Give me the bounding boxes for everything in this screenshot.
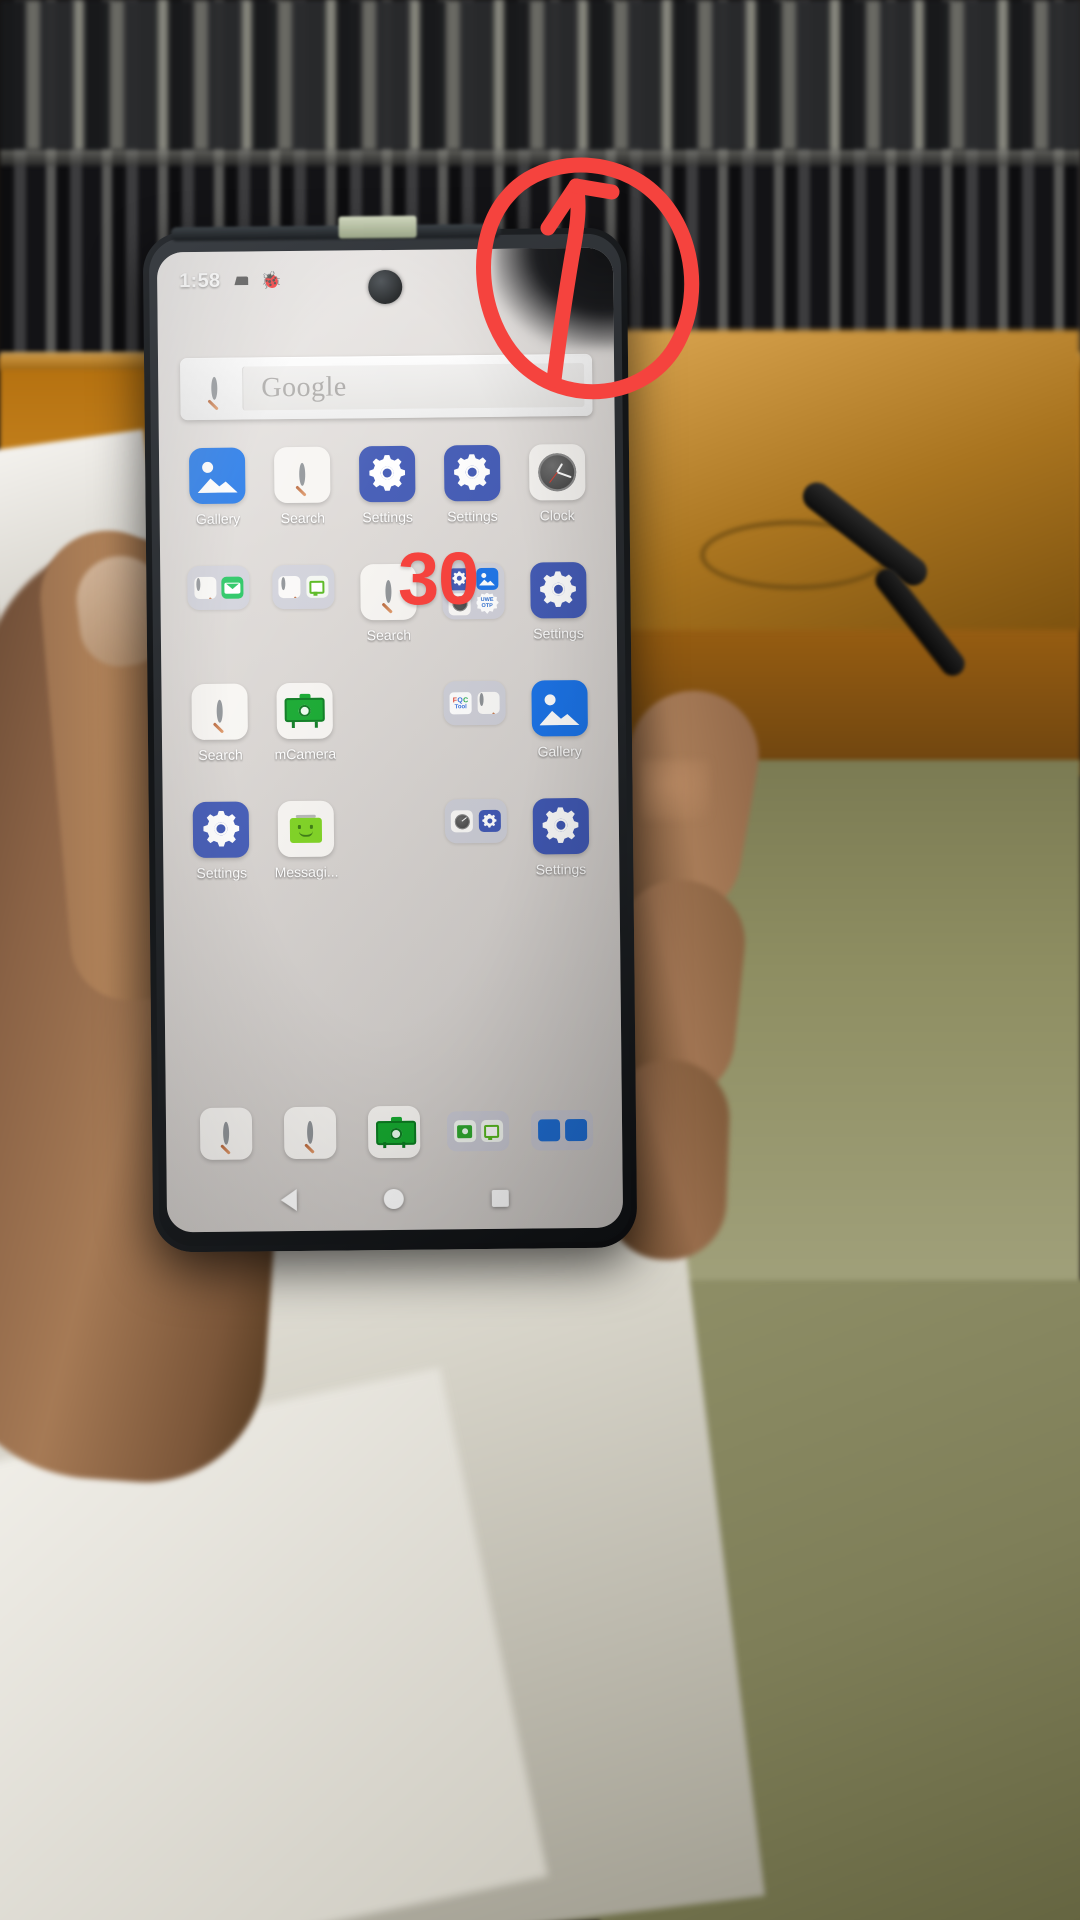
folder-search-email[interactable] xyxy=(176,565,262,666)
app-label: Search xyxy=(366,626,412,644)
phone-device: 1:58 🐞 ✈ Google xyxy=(142,215,638,1253)
app-search-row3[interactable]: Search xyxy=(177,683,263,784)
settings-gear-icon xyxy=(358,445,416,503)
dock-camera[interactable] xyxy=(367,1105,421,1159)
dock-dual-window[interactable] xyxy=(530,1109,594,1151)
back-triangle-icon[interactable] xyxy=(280,1189,297,1212)
app-settings[interactable]: Settings xyxy=(345,445,431,547)
empty-icon xyxy=(363,800,420,857)
app-clock[interactable]: Clock xyxy=(514,443,600,545)
home-circle-icon[interactable] xyxy=(384,1188,405,1210)
safe-icon xyxy=(453,1120,476,1143)
fqc-tool-icon: FQC Tool xyxy=(449,692,472,715)
app-label: Settings xyxy=(196,864,248,882)
folder-clock-settings-icon xyxy=(444,798,507,844)
bug-report-icon: 🐞 xyxy=(260,270,282,290)
window-left-icon xyxy=(537,1119,560,1142)
google-search-widget[interactable]: Google xyxy=(179,353,593,421)
folder-settings-gallery-clock-otp-icon: UWE OTP xyxy=(441,562,505,620)
knuckle-highlight xyxy=(640,760,710,820)
gallery-icon xyxy=(530,679,588,737)
search-magnifier-icon xyxy=(274,446,331,504)
settings-gear-icon xyxy=(193,801,250,859)
folder-search-email-icon xyxy=(187,565,251,611)
folder-fqctool[interactable]: FQC Tool xyxy=(432,680,518,782)
folder-search-message-icon xyxy=(272,564,335,610)
app-gallery-row3[interactable]: Gallery xyxy=(517,679,603,781)
app-search-row2[interactable]: Search xyxy=(346,563,432,665)
android-navigation-bar xyxy=(166,1166,623,1233)
status-left-icons: 🐞 xyxy=(234,270,282,290)
settings-gear-icon xyxy=(532,797,589,855)
app-row: Search UWE OTP Settings xyxy=(176,561,601,666)
empty-slot xyxy=(348,800,434,901)
empty-slot xyxy=(347,682,433,783)
sd-card-icon xyxy=(234,276,248,285)
app-label: Search xyxy=(198,746,243,764)
clock-icon xyxy=(528,443,586,501)
status-time: 1:58 xyxy=(179,269,221,292)
app-settings-row4b[interactable]: Settings xyxy=(518,797,604,899)
home-screen-dock xyxy=(166,1104,623,1161)
app-settings-row4[interactable]: Settings xyxy=(179,801,265,902)
front-camera-punch-hole xyxy=(368,269,403,305)
app-gallery[interactable]: Gallery xyxy=(175,447,261,548)
dock-folder-safe-message[interactable] xyxy=(446,1110,510,1152)
app-label: Messagi... xyxy=(274,863,339,881)
search-magnifier-icon xyxy=(360,563,417,621)
folder-clock-settings[interactable] xyxy=(433,798,519,900)
home-screen-app-grid: Gallery Search Settings Settings Clock S… xyxy=(159,443,620,921)
camera-icon xyxy=(276,682,334,740)
recents-square-icon[interactable] xyxy=(491,1189,510,1207)
message-icon xyxy=(480,1119,503,1143)
screen-dark-defect xyxy=(492,247,624,349)
app-search[interactable]: Search xyxy=(260,446,346,547)
app-row: Search mCamera FQC Tool Gallery xyxy=(177,679,603,784)
empty-icon xyxy=(361,682,418,739)
app-label: mCamera xyxy=(274,745,337,763)
app-label: Gallery xyxy=(537,742,582,760)
phone-top-connector xyxy=(338,215,417,239)
app-messaging[interactable]: Messagi... xyxy=(263,800,349,901)
shelf-edge xyxy=(0,150,1080,166)
gallery-icon xyxy=(189,447,246,505)
wall-panel xyxy=(620,330,1080,630)
phone-screen[interactable]: 1:58 🐞 ✈ Google xyxy=(156,247,624,1233)
google-magnifier-icon xyxy=(188,376,240,412)
app-label: Settings xyxy=(362,508,414,526)
settings-gear-icon xyxy=(443,444,501,502)
search-input[interactable]: Google xyxy=(242,362,585,411)
app-row: Settings Messagi... Settings xyxy=(179,797,604,902)
dock-search-1[interactable] xyxy=(199,1107,253,1161)
app-settings-row2[interactable]: Settings xyxy=(515,561,601,663)
app-row: Gallery Search Settings Settings Clock xyxy=(175,443,600,548)
messaging-icon xyxy=(277,800,335,858)
app-label: Search xyxy=(280,509,326,527)
search-magnifier-icon xyxy=(191,683,249,741)
upper-shelf-row xyxy=(0,0,1080,150)
folder-mixed[interactable]: UWE OTP xyxy=(431,562,517,664)
folder-search-message[interactable] xyxy=(261,564,347,665)
search-placeholder: Google xyxy=(261,371,347,404)
app-mcamera[interactable]: mCamera xyxy=(262,682,348,783)
app-label: Clock xyxy=(539,507,575,524)
settings-gear-icon xyxy=(529,561,587,619)
window-right-icon xyxy=(564,1118,587,1142)
app-label: Gallery xyxy=(195,510,241,528)
folder-fqctool-search-icon: FQC Tool xyxy=(443,680,506,726)
app-label: Settings xyxy=(447,507,498,525)
app-label: Settings xyxy=(533,624,584,642)
dock-search-2[interactable] xyxy=(283,1106,337,1160)
app-label: Settings xyxy=(535,860,587,878)
app-settings-2[interactable]: Settings xyxy=(429,444,515,546)
